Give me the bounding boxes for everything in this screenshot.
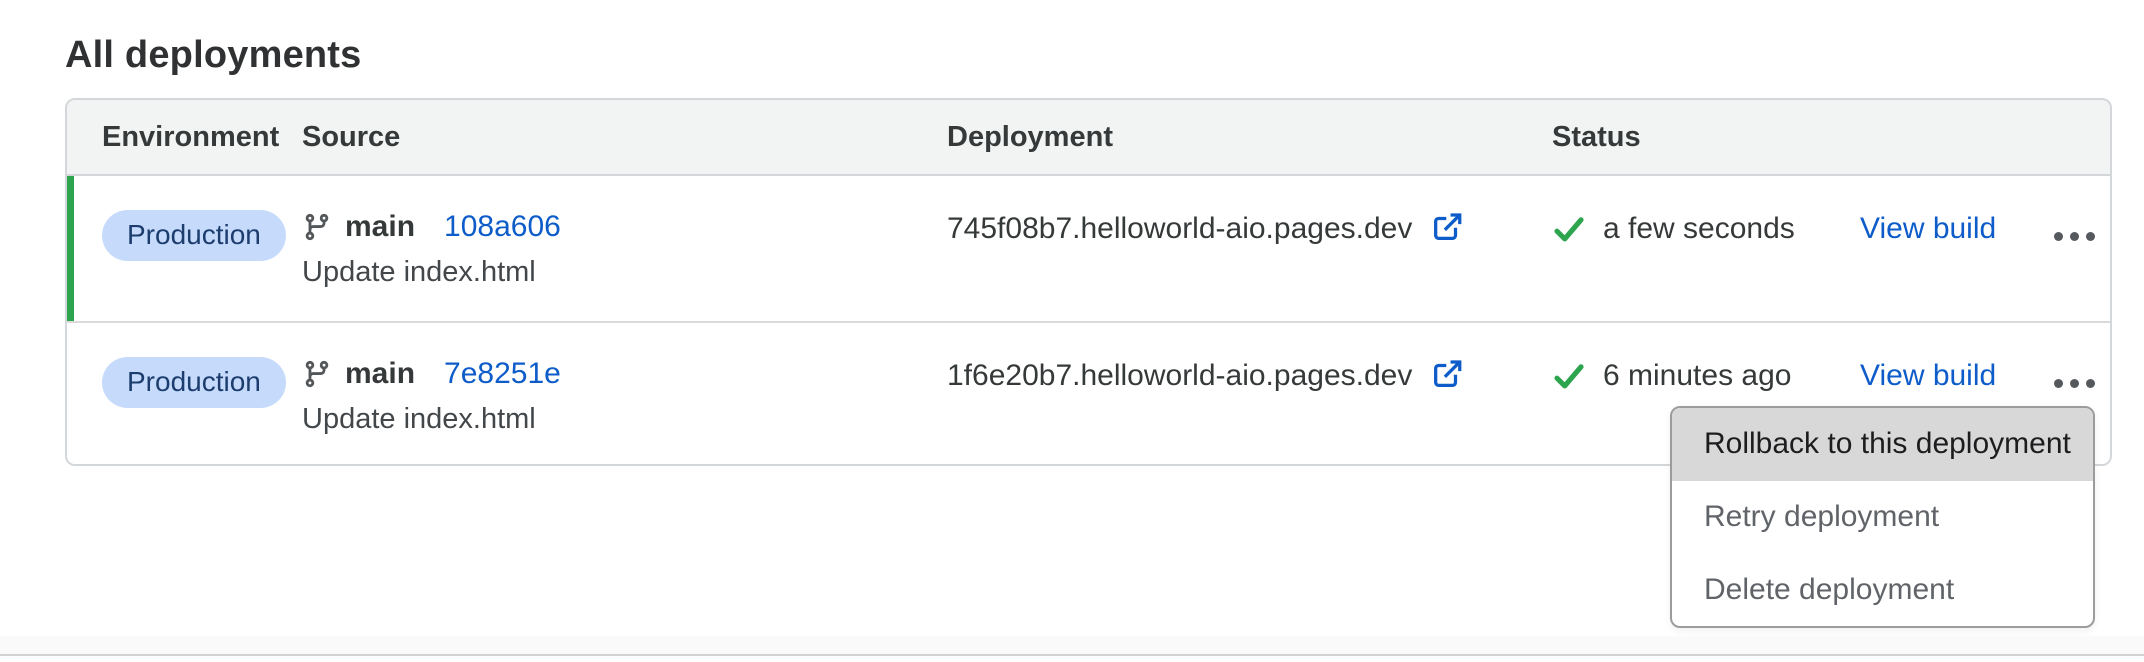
- branch-name: main: [345, 357, 415, 391]
- view-build-cell: View build: [1860, 176, 2052, 321]
- col-header-deployment: Deployment: [947, 100, 1552, 174]
- commit-link[interactable]: 108a606: [444, 210, 561, 244]
- check-icon: [1552, 214, 1586, 246]
- footer-band: [0, 636, 2144, 654]
- deployment-row-1: Production main 108a606 Update index.htm…: [67, 176, 2110, 321]
- menu-item-delete[interactable]: Delete deployment: [1672, 553, 2093, 626]
- status-time: a few seconds: [1603, 212, 1795, 246]
- page-divider: [0, 654, 2144, 656]
- commit-link[interactable]: 7e8251e: [444, 357, 561, 391]
- external-link-icon[interactable]: [1430, 210, 1464, 244]
- source-cell: main 108a606 Update index.html: [302, 176, 947, 321]
- branch-name: main: [345, 210, 415, 244]
- col-header-status: Status: [1552, 100, 1860, 174]
- git-branch-icon: [302, 212, 332, 242]
- environment-badge: Production: [102, 357, 286, 408]
- deployment-url: 745f08b7.helloworld-aio.pages.dev: [947, 212, 1412, 246]
- deployment-actions-menu: Rollback to this deployment Retry deploy…: [1670, 406, 2095, 628]
- status-cell: a few seconds: [1552, 176, 1860, 321]
- status-time: 6 minutes ago: [1603, 359, 1791, 393]
- col-header-empty: [2052, 100, 2110, 174]
- commit-message: Update index.html: [302, 403, 947, 436]
- deployment-url: 1f6e20b7.helloworld-aio.pages.dev: [947, 359, 1412, 393]
- deployment-cell: 1f6e20b7.helloworld-aio.pages.dev: [947, 323, 1552, 464]
- check-icon: [1552, 361, 1586, 393]
- deployments-page: All deployments Environment Source Deplo…: [0, 0, 2144, 662]
- environment-badge: Production: [102, 210, 286, 261]
- source-cell: main 7e8251e Update index.html: [302, 323, 947, 464]
- menu-item-retry[interactable]: Retry deployment: [1672, 481, 2093, 554]
- environment-cell: Production: [67, 176, 302, 321]
- col-header-environment: Environment: [67, 100, 302, 174]
- row-actions-menu-button[interactable]: [2052, 228, 2097, 245]
- col-header-source: Source: [302, 100, 947, 174]
- row-actions-menu-button[interactable]: [2052, 375, 2097, 392]
- table-header-row: Environment Source Deployment Status: [67, 100, 2110, 176]
- menu-item-rollback[interactable]: Rollback to this deployment: [1672, 408, 2093, 481]
- actions-cell: [2052, 176, 2110, 321]
- view-build-link[interactable]: View build: [1860, 212, 1996, 245]
- view-build-link[interactable]: View build: [1860, 359, 1996, 392]
- git-branch-icon: [302, 359, 332, 389]
- external-link-icon[interactable]: [1430, 357, 1464, 391]
- deployment-cell: 745f08b7.helloworld-aio.pages.dev: [947, 176, 1552, 321]
- col-header-empty: [1860, 100, 2052, 174]
- environment-cell: Production: [67, 323, 302, 464]
- commit-message: Update index.html: [302, 256, 947, 289]
- page-title: All deployments: [65, 34, 362, 77]
